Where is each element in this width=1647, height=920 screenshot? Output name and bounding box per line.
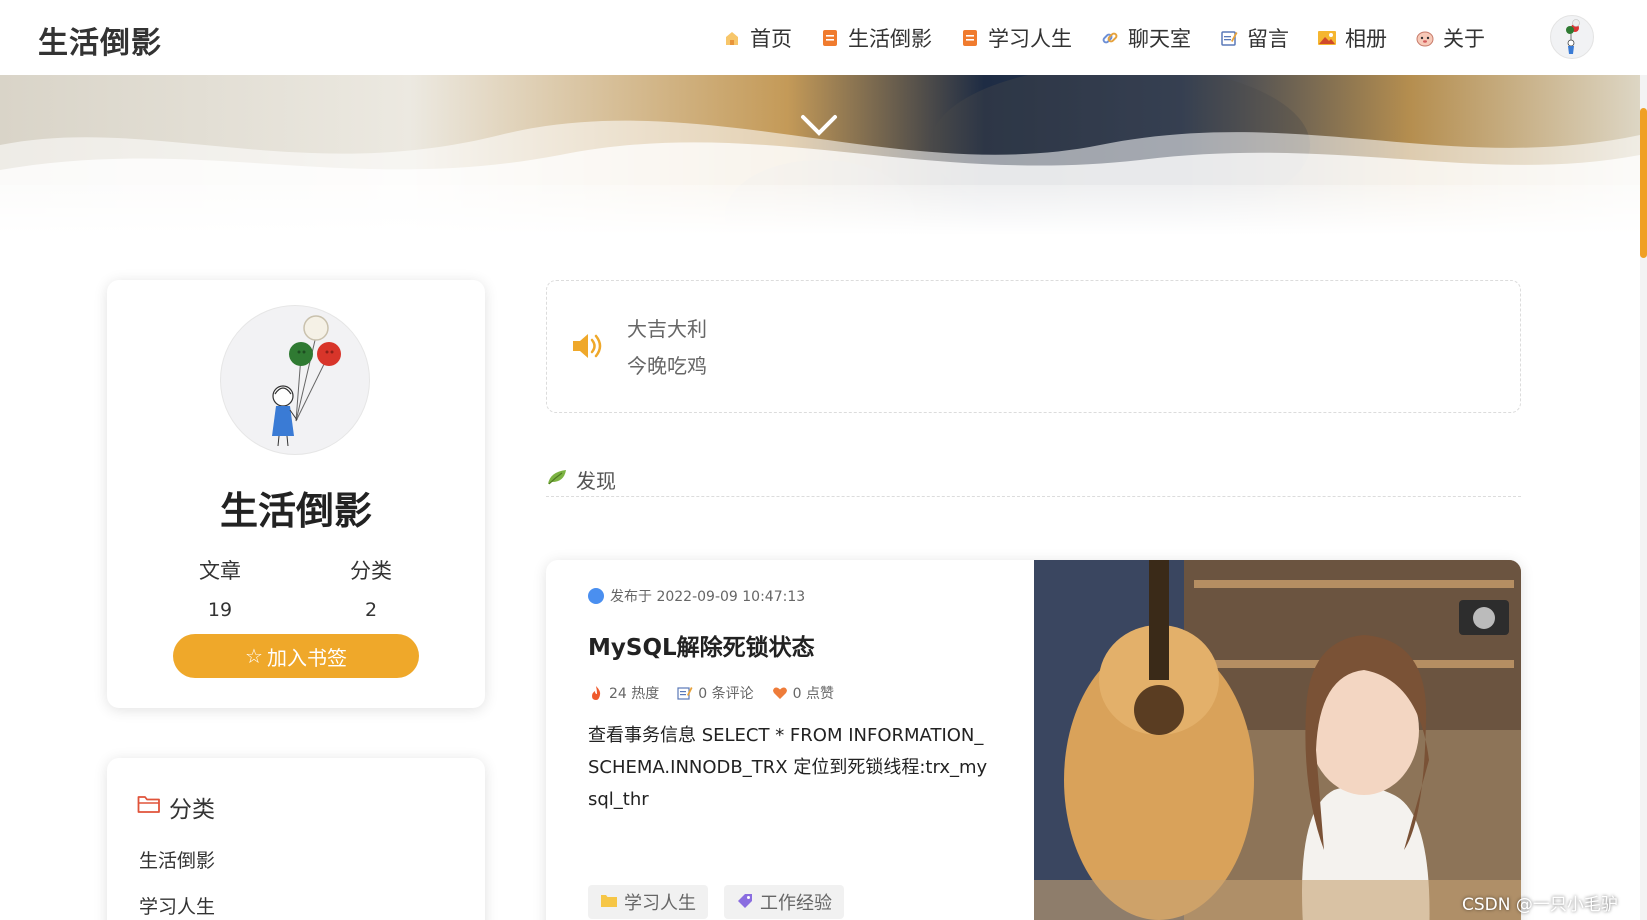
memo-icon xyxy=(677,687,693,700)
scroll-down-chevron-icon[interactable] xyxy=(800,113,838,139)
heart-icon xyxy=(772,687,787,699)
article-stats: 24 热度 0 条评论 0 点赞 xyxy=(588,683,852,703)
folder-icon xyxy=(137,794,161,820)
nav-item-label: 相册 xyxy=(1345,26,1387,51)
nav-item-label: 生活倒影 xyxy=(848,26,932,51)
article-heat: 24 热度 xyxy=(588,683,659,703)
article-likes: 0 点赞 xyxy=(772,683,834,703)
category-item-life[interactable]: 生活倒影 xyxy=(139,846,215,873)
profile-name: 生活倒影 xyxy=(219,489,372,533)
hero-wave-decoration xyxy=(0,75,1640,235)
stat-articles[interactable]: 文章 19 xyxy=(160,555,280,621)
fire-icon xyxy=(592,686,601,700)
star-icon: ☆ xyxy=(245,644,263,668)
hero-banner xyxy=(0,75,1640,235)
stat-value: 2 xyxy=(364,599,378,621)
article-date: 发布于 2022-09-09 10:47:13 xyxy=(588,586,805,606)
scrollbar-thumb[interactable] xyxy=(1640,108,1647,258)
face-icon xyxy=(1415,28,1435,48)
nav-item-label: 首页 xyxy=(750,26,792,51)
site-brand[interactable]: 生活倒影 xyxy=(38,18,162,62)
category-item-study[interactable]: 学习人生 xyxy=(139,892,215,919)
nav-item-label: 聊天室 xyxy=(1128,26,1191,51)
tag-icon xyxy=(736,892,754,913)
picture-icon xyxy=(1317,28,1337,48)
home-icon xyxy=(722,28,742,48)
section-label: 发现 xyxy=(576,469,616,493)
category-title: 分类 xyxy=(137,790,215,824)
discover-section-header: 发现 xyxy=(546,465,1521,497)
article-excerpt: 查看事务信息 SELECT * FROM INFORMATION_SCHEMA.… xyxy=(588,725,988,810)
stat-value: 19 xyxy=(207,599,233,621)
memo-icon xyxy=(1219,28,1239,48)
article-comments: 0 条评论 xyxy=(677,683,754,703)
leaf-icon xyxy=(546,468,568,490)
category-card: 分类 生活倒影 学习人生 xyxy=(107,758,485,920)
bookmark-label: 加入书签 xyxy=(266,645,347,670)
profile-avatar xyxy=(220,305,370,455)
top-navbar: 生活倒影 首页 生活倒影 学习人生 聊天室 留言 相册 关于 xyxy=(0,0,1647,75)
nav-item-about[interactable]: 关于 xyxy=(1415,23,1485,53)
article-heat-text: 24 热度 xyxy=(609,686,660,702)
add-bookmark-button[interactable]: ☆ 加入书签 xyxy=(173,634,419,678)
cover-photo-illustration xyxy=(1034,560,1521,920)
csdn-watermark: CSDN @一只小毛驴 xyxy=(1462,895,1618,915)
speaker-icon xyxy=(573,334,602,358)
nav-menu: 首页 生活倒影 学习人生 聊天室 留言 相册 关于 xyxy=(722,0,1513,75)
announcement-box: 大吉大利 今晚吃鸡 xyxy=(546,280,1521,413)
tag-work[interactable]: 工作经验 xyxy=(724,885,844,919)
nav-item-label: 关于 xyxy=(1443,26,1485,51)
calendar-icon xyxy=(588,588,604,604)
category-title-label: 分类 xyxy=(169,797,215,823)
nav-item-label: 学习人生 xyxy=(988,26,1072,51)
nav-item-life[interactable]: 生活倒影 xyxy=(820,23,932,53)
tag-label: 工作经验 xyxy=(760,893,832,914)
announcement-line: 大吉大利 xyxy=(627,317,707,341)
article-title[interactable]: MySQL解除死锁状态 xyxy=(588,628,815,662)
nav-item-chat[interactable]: 聊天室 xyxy=(1100,23,1191,53)
link-icon xyxy=(1100,28,1120,48)
user-avatar[interactable] xyxy=(1550,15,1594,59)
article-cover-image[interactable] xyxy=(1034,560,1521,920)
nav-item-album[interactable]: 相册 xyxy=(1317,23,1387,53)
tag-study[interactable]: 学习人生 xyxy=(588,885,708,919)
article-comments-text: 0 条评论 xyxy=(698,686,754,702)
document-icon xyxy=(960,28,980,48)
article-likes-text: 0 点赞 xyxy=(792,686,834,702)
article-date-text: 发布于 2022-09-09 10:47:13 xyxy=(610,589,806,605)
document-icon xyxy=(820,28,840,48)
profile-card: 生活倒影 文章 19 分类 2 ☆ 加入书签 xyxy=(107,280,485,708)
folder-icon xyxy=(600,892,618,913)
stat-label: 文章 xyxy=(199,559,241,583)
stat-label: 分类 xyxy=(350,559,392,583)
article-card[interactable]: 发布于 2022-09-09 10:47:13 MySQL解除死锁状态 24 热… xyxy=(546,560,1521,920)
stat-categories[interactable]: 分类 2 xyxy=(311,555,431,621)
article-tags: 学习人生 工作经验 xyxy=(588,885,860,919)
nav-item-label: 留言 xyxy=(1247,26,1289,51)
announcement-line: 今晚吃鸡 xyxy=(627,354,707,378)
nav-item-study[interactable]: 学习人生 xyxy=(960,23,1072,53)
tag-label: 学习人生 xyxy=(624,893,696,914)
nav-item-home[interactable]: 首页 xyxy=(722,23,792,53)
nav-item-message[interactable]: 留言 xyxy=(1219,23,1289,53)
